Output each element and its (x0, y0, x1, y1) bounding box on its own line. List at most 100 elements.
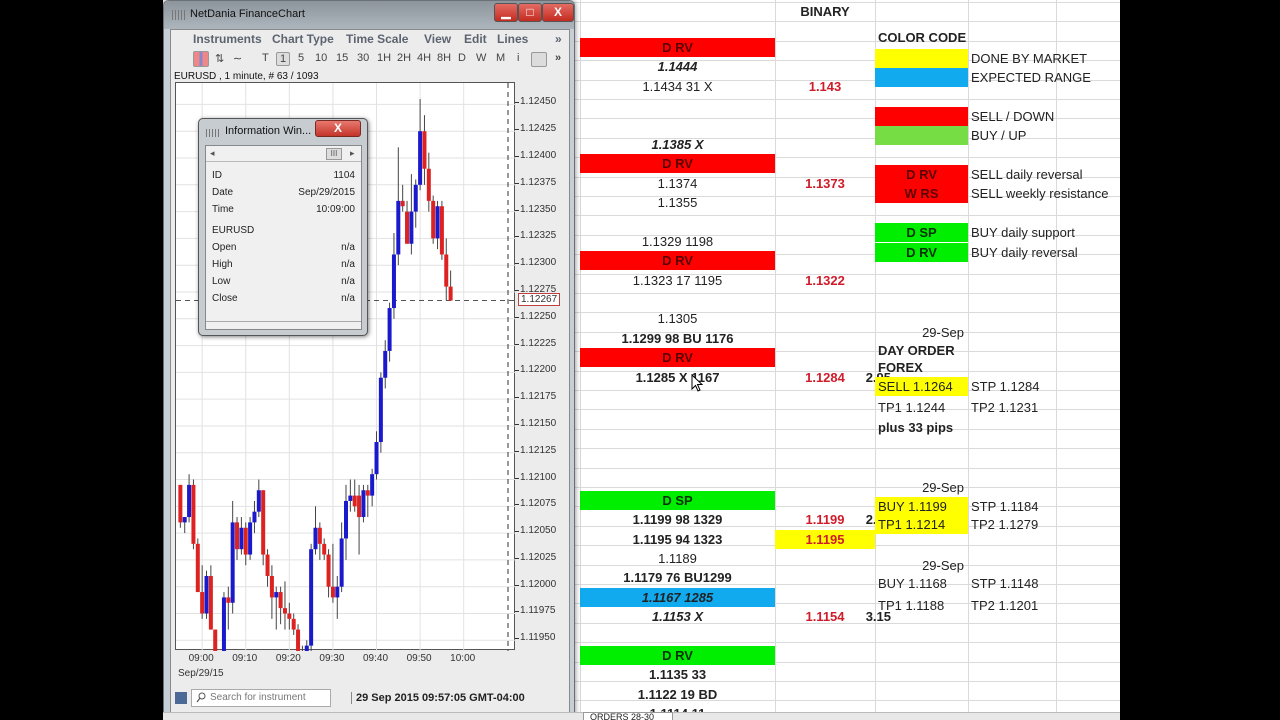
color-swatch[interactable]: D RV (875, 164, 968, 184)
maximize-button[interactable]: □ (518, 3, 542, 22)
order-date[interactable]: 29-Sep (875, 556, 968, 575)
line-chart-icon[interactable]: ∼ (233, 52, 242, 65)
information-window[interactable]: Information Win... X ◂ III ▸ ID 1104 Date S… (198, 118, 368, 336)
level-cell[interactable]: D RV (580, 348, 775, 368)
order-date[interactable]: 29-Sep (875, 323, 968, 342)
color-swatch[interactable] (875, 106, 968, 126)
order-stop[interactable]: STP 1.1184 (968, 497, 1068, 516)
order-tp2[interactable]: TP2 1.1279 (968, 515, 1068, 534)
order-stop[interactable]: STP 1.1148 (968, 574, 1068, 593)
order-entry[interactable]: BUY 1.1199 (875, 496, 968, 516)
info-close-button[interactable]: X (315, 120, 361, 137)
level-cell[interactable]: D RV (580, 154, 775, 174)
color-code-desc[interactable]: BUY / UP (968, 126, 1118, 145)
binary-cell[interactable]: 1.1322 (775, 271, 875, 290)
color-code-desc[interactable]: SELL daily reversal (968, 165, 1118, 184)
level-cell[interactable]: 1.1122 19 BD (580, 685, 775, 704)
tf-10min[interactable]: 10 (315, 52, 327, 64)
color-code-desc[interactable]: SELL / DOWN (968, 107, 1118, 126)
tf-monthly[interactable]: M (496, 52, 505, 64)
menu-view[interactable]: View (424, 32, 451, 46)
order-tp2[interactable]: TP2 1.1201 (968, 596, 1068, 615)
tf-1min[interactable]: 1 (276, 52, 291, 66)
level-cell[interactable]: 1.1135 33 (580, 665, 775, 684)
level-cell[interactable]: 1.1167 1285 (580, 587, 775, 607)
ohlc-bar-icon[interactable]: ⇅ (215, 52, 224, 65)
menu-overflow[interactable]: » (555, 32, 562, 46)
binary-cell[interactable]: 1.143 (775, 77, 875, 96)
level-cell[interactable]: 1.1323 17 1195 (580, 271, 775, 290)
level-cell[interactable]: D RV (580, 251, 775, 271)
menu-edit[interactable]: Edit (464, 32, 487, 46)
order-entry[interactable]: BUY 1.1168 (875, 574, 968, 593)
tf-1h[interactable]: 1H (377, 52, 391, 64)
color-code-desc[interactable]: DONE BY MARKET (968, 49, 1118, 68)
tf-daily[interactable]: D (458, 52, 466, 64)
scroll-right-icon[interactable]: ▸ (350, 148, 355, 159)
info-icon[interactable]: i (517, 52, 519, 64)
color-swatch[interactable]: D RV (875, 242, 968, 262)
minimize-button[interactable]: ▁ (494, 3, 518, 22)
level-cell[interactable]: 1.1299 98 BU 1176 (580, 329, 775, 348)
order-type[interactable]: FOREX (875, 358, 995, 377)
level-cell[interactable]: D RV (580, 37, 775, 57)
menu-lines[interactable]: Lines (497, 32, 528, 46)
level-cell[interactable]: 1.1189 (580, 549, 775, 568)
level-cell[interactable]: 1.1434 31 X (580, 77, 775, 96)
level-cell[interactable]: 1.1329 1198 (580, 232, 775, 251)
tf-30min[interactable]: 30 (357, 52, 369, 64)
level-cell[interactable]: 1.1179 76 BU1299 (580, 568, 775, 587)
level-cell[interactable]: 1.1195 94 1323 (580, 530, 775, 549)
order-date[interactable]: 29-Sep (875, 478, 968, 497)
chart-window[interactable]: NetDania FinanceChart ▁ □ X Instruments … (163, 0, 575, 716)
order-title[interactable]: DAY ORDER (875, 341, 995, 360)
tf-5min[interactable]: 5 (298, 52, 304, 64)
color-swatch[interactable] (875, 126, 968, 146)
level-cell[interactable]: 1.1199 98 1329 (580, 510, 775, 529)
level-cell[interactable]: 1.1374 (580, 174, 775, 193)
level-cell[interactable]: 1.1153 X (580, 607, 775, 626)
level-cell[interactable]: D SP (580, 490, 775, 510)
order-tp1[interactable]: TP1 1.1188 (875, 596, 968, 615)
color-swatch[interactable]: W RS (875, 184, 968, 204)
tf-weekly[interactable]: W (476, 52, 486, 64)
color-code-desc[interactable]: SELL weekly resistance (968, 184, 1118, 203)
tf-4h[interactable]: 4H (417, 52, 431, 64)
level-cell[interactable]: 1.1444 (580, 57, 775, 76)
order-tp2[interactable]: TP2 1.1231 (968, 398, 1068, 417)
binary-header[interactable]: BINARY (775, 2, 875, 21)
color-code-desc[interactable]: BUY daily reversal (968, 243, 1118, 262)
order-tp1[interactable]: TP1 1.1244 (875, 398, 968, 417)
order-tp1[interactable]: TP1 1.1214 (875, 515, 968, 535)
level-cell[interactable]: 1.1285 X 1167 (580, 368, 775, 387)
tf-8h[interactable]: 8H (437, 52, 451, 64)
color-swatch[interactable] (875, 48, 968, 68)
color-code-title[interactable]: COLOR CODE (875, 28, 1025, 47)
color-swatch[interactable]: D SP (875, 223, 968, 243)
level-cell[interactable]: 1.1385 X (580, 135, 775, 154)
tf-tick[interactable]: T (262, 52, 269, 64)
order-stop[interactable]: STP 1.1284 (968, 377, 1068, 396)
scroll-thumb[interactable]: III (326, 148, 342, 160)
color-swatch[interactable] (875, 67, 968, 87)
binary-cell[interactable]: 1.1195 (775, 529, 875, 549)
binary-cell[interactable]: 1.1373 (775, 174, 875, 193)
level-cell[interactable]: 1.1355 (580, 193, 775, 212)
chart-titlebar[interactable]: NetDania FinanceChart ▁ □ X (164, 1, 574, 29)
color-code-desc[interactable]: EXPECTED RANGE (968, 68, 1118, 87)
tf-15min[interactable]: 15 (336, 52, 348, 64)
scroll-left-icon[interactable]: ◂ (210, 148, 215, 159)
level-cell[interactable]: D RV (580, 646, 775, 666)
close-button[interactable]: X (542, 3, 574, 22)
sheet-tab-orders[interactable]: ORDERS 28-30 (583, 712, 673, 720)
color-code-desc[interactable]: BUY daily support (968, 223, 1118, 242)
order-entry[interactable]: SELL 1.1264 (875, 377, 968, 397)
menu-chart-type[interactable]: Chart Type (272, 32, 334, 46)
info-scrollbar[interactable]: ◂ III ▸ (206, 146, 361, 162)
tf-2h[interactable]: 2H (397, 52, 411, 64)
toolbar-overflow[interactable]: » (555, 52, 561, 64)
menu-instruments[interactable]: Instruments (193, 32, 262, 46)
candlestick-icon[interactable] (193, 51, 209, 67)
menu-time-scale[interactable]: Time Scale (346, 32, 408, 46)
level-cell[interactable]: 1.1305 (580, 309, 775, 328)
